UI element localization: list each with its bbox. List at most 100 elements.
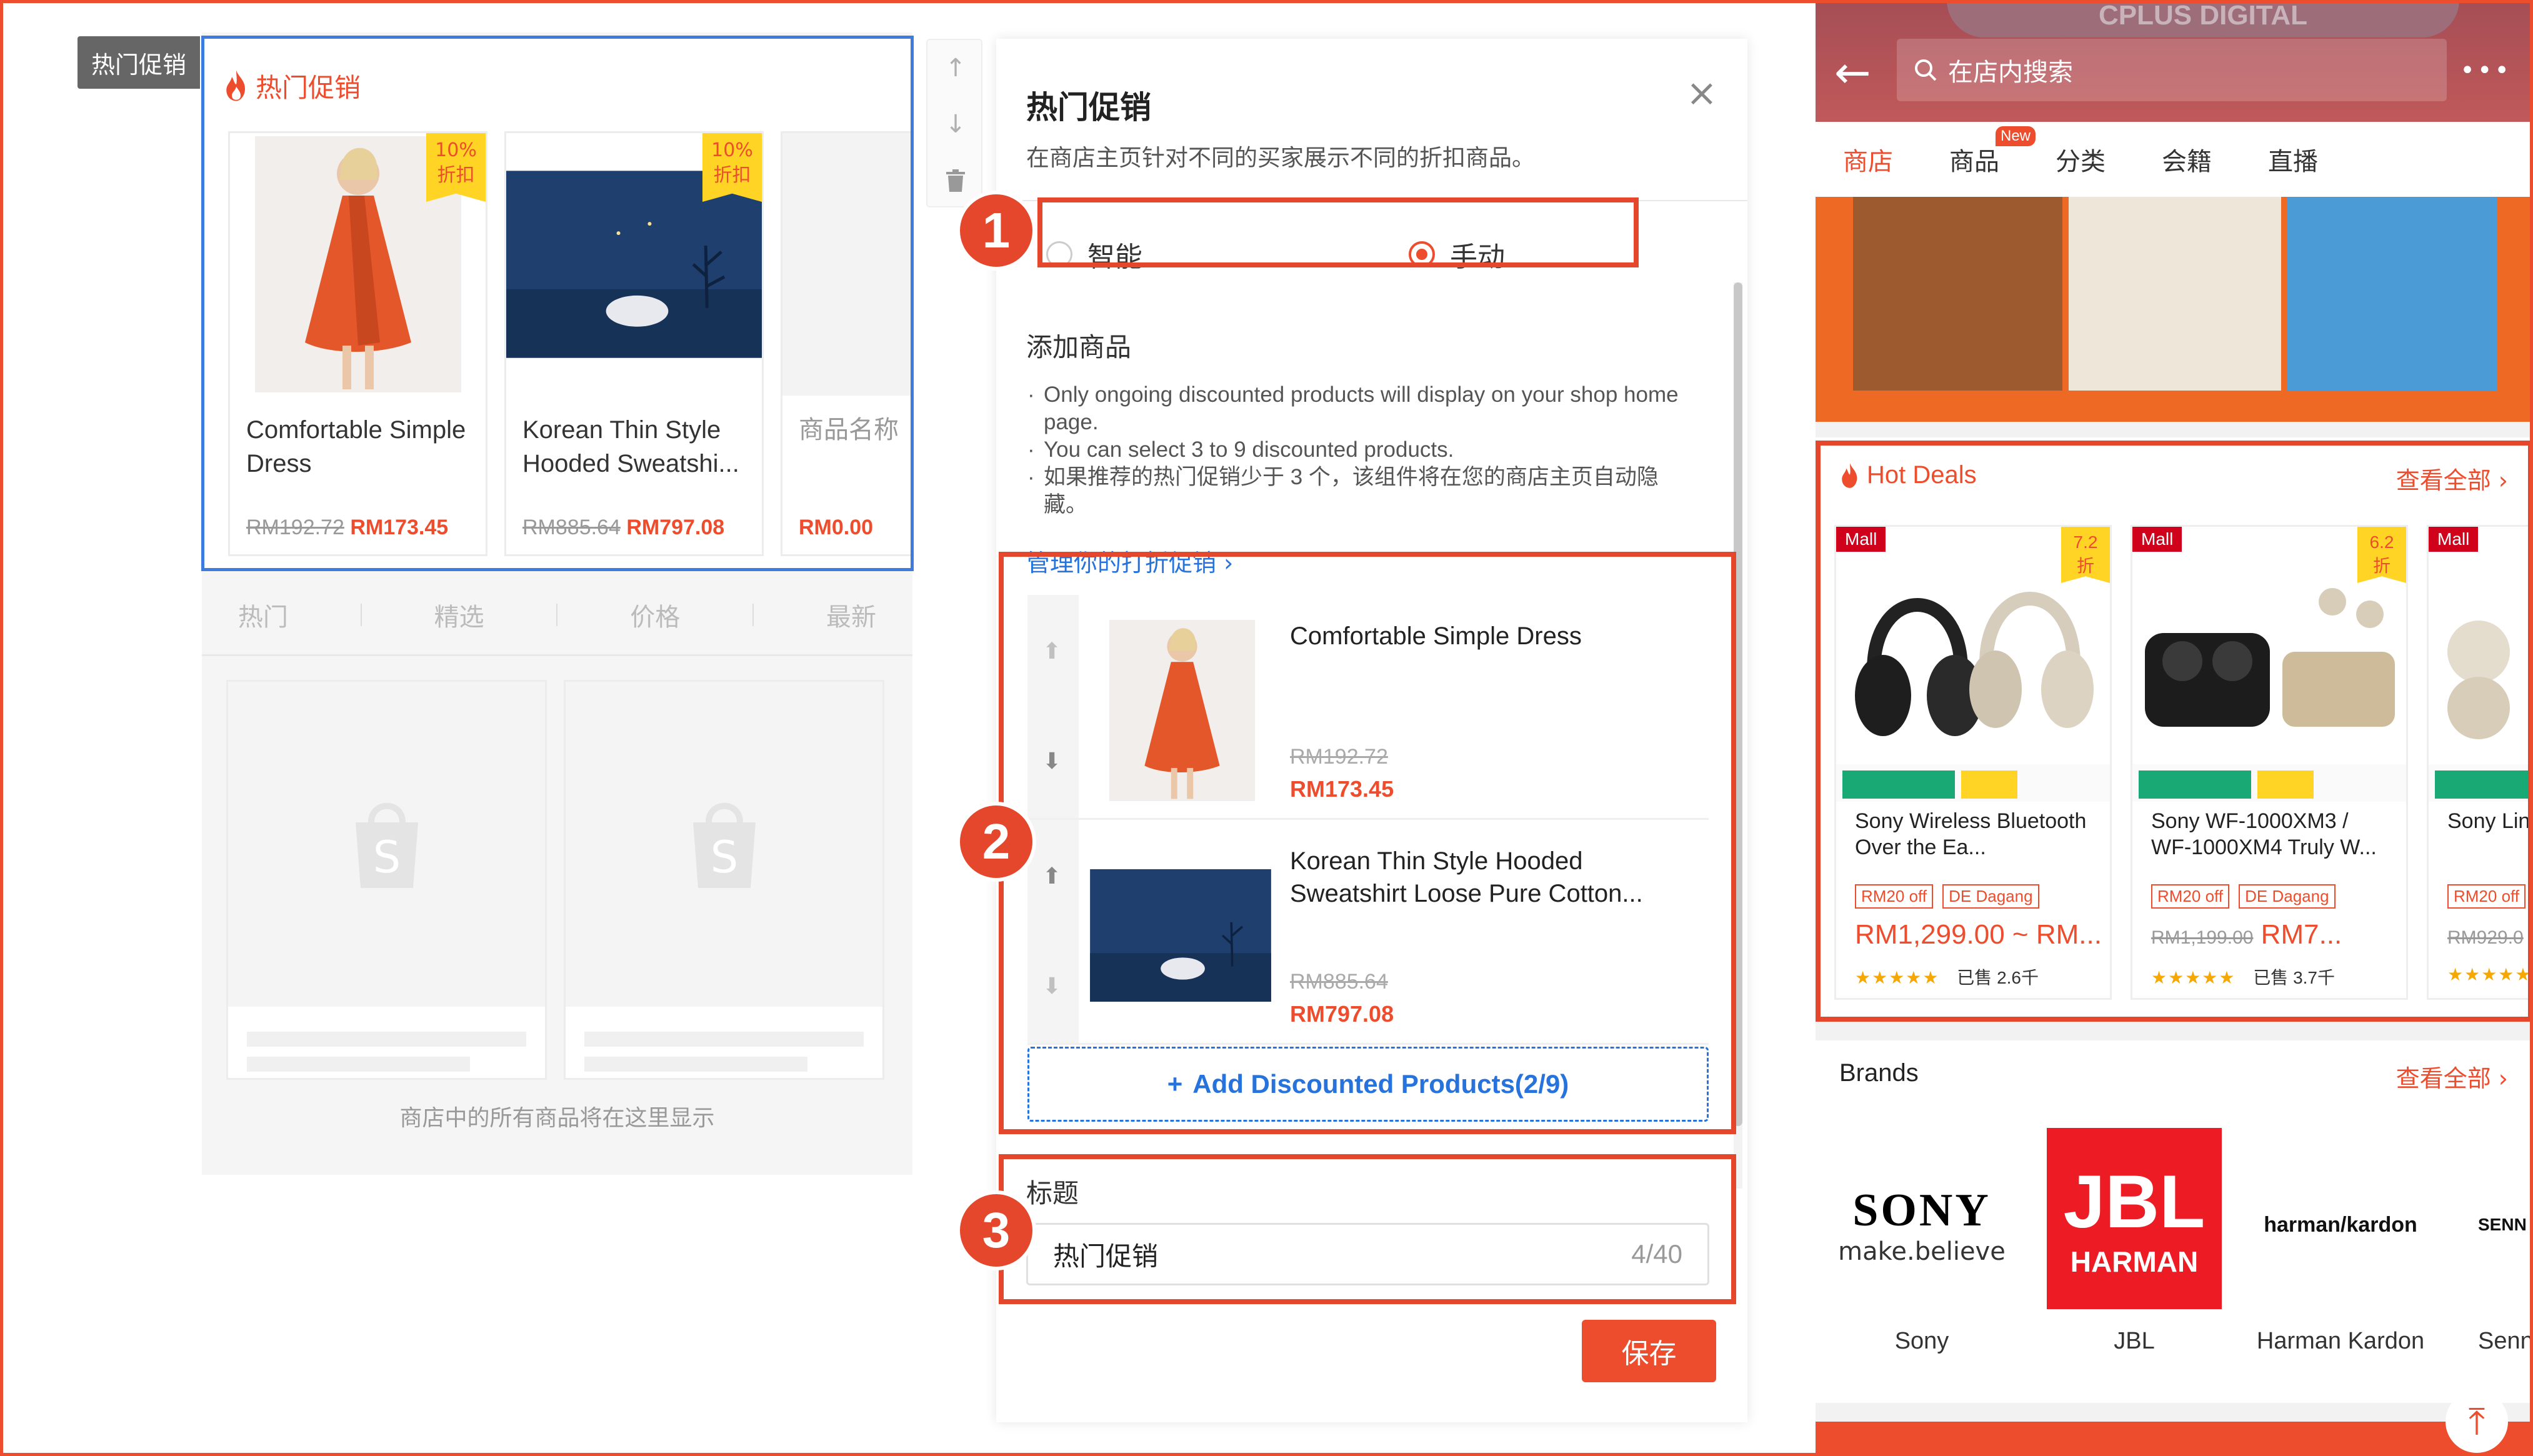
tab-membership[interactable]: 会籍 <box>2162 141 2212 177</box>
discount-badge: 10% 折扣 <box>426 133 486 202</box>
radio-dot[interactable] <box>1409 241 1435 267</box>
deal-card[interactable]: Mall 6.2 折 Sony WF-1000XM3 / WF-1000XM4 … <box>2131 525 2408 1000</box>
manage-discounts-link[interactable]: 管理你的打折促销 › <box>1026 544 1233 578</box>
original-price: RM1,199.00 <box>2151 927 2254 948</box>
deal-name: Sony WF-1000XM3 / WF-1000XM4 Truly W... <box>2151 809 2377 859</box>
voucher-chip: RM20 off <box>2447 884 2526 909</box>
arrow-down-icon[interactable]: ⬇ <box>1042 974 1061 999</box>
banner-image-usb <box>2287 197 2497 391</box>
deal-card[interactable]: Mall 7.2 折 Sony Wireless Bluetooth Over … <box>1834 525 2112 1000</box>
product-name: Comfortable Simple Dress <box>1290 622 1582 650</box>
deal-name: Sony Wireless Bluetooth Over the Ea... <box>1855 809 2087 859</box>
sweatshirt-image <box>506 171 762 358</box>
component-tag[interactable]: 热门促销 <box>77 36 200 89</box>
panel-title: 热门促销 <box>1026 89 1151 126</box>
mobile-preview: CPLUS DIGITAL ← 在店内搜索 ••• 商店 商品 New 分类 会… <box>1816 0 2533 1456</box>
brand-logo-harman-kardon[interactable]: harman/kardon <box>2247 1131 2434 1319</box>
deal-sold: ★★★★★ 已售 3.7千 <box>2151 968 2336 987</box>
placeholder-line <box>584 1057 807 1072</box>
arrow-up-icon[interactable]: ⬆ <box>1042 639 1061 664</box>
back-arrow-icon[interactable]: ← <box>1834 47 1871 98</box>
arrow-down-icon[interactable]: ⬇ <box>1042 749 1061 774</box>
brand-logo-jbl[interactable]: JBL HARMAN <box>2047 1128 2222 1309</box>
filter-featured[interactable]: 精选 <box>434 597 484 633</box>
shop-brand-banner: CPLUS DIGITAL <box>1947 0 2459 37</box>
svg-text:S: S <box>372 832 400 883</box>
shop-tabs: 商店 商品 New 分类 会籍 直播 <box>1816 122 2533 197</box>
rules-notes: Only ongoing discounted products will di… <box>1026 381 1695 519</box>
deal-chips: RM20 off DE Dagang <box>2151 884 2342 909</box>
brand-logo-sennheiser[interactable]: SENN <box>2478 1131 2533 1319</box>
filter-newest[interactable]: 最新 <box>826 597 876 633</box>
radio-dot[interactable] <box>1046 241 1072 267</box>
shop-search-input[interactable]: 在店内搜索 <box>1897 39 2447 101</box>
discount-badge: 7.2 折 <box>2061 527 2110 583</box>
char-counter: 4/40 <box>1631 1239 1682 1269</box>
deal-image <box>2429 527 2533 802</box>
hot-promo-component[interactable]: 热门促销 10% 折扣 Comfortable Simple Dress RM1… <box>201 36 914 571</box>
brand-logo-sony[interactable]: SONY make.believe <box>1828 1131 2016 1319</box>
back-to-top-icon[interactable]: ⤒ <box>2446 1390 2508 1453</box>
product-thumbnail <box>1109 620 1256 801</box>
voucher-chip: RM20 off <box>2151 884 2230 909</box>
title-input[interactable]: 热门促销 4/40 <box>1026 1223 1709 1285</box>
product-name: 商品名称 <box>799 416 899 444</box>
product-name: Korean Thin Style Hooded Sweatshi... <box>522 416 739 477</box>
flame-icon <box>1842 462 1857 488</box>
shop-banner[interactable] <box>1816 197 2533 422</box>
hot-deals-see-all-link[interactable]: 查看全部 › <box>2396 461 2508 496</box>
placeholder-image <box>782 133 911 396</box>
add-products-label: 添加商品 <box>1026 332 1132 362</box>
discount-badge: 10% 折扣 <box>702 133 762 202</box>
filter-popular[interactable]: 热门 <box>238 597 288 633</box>
discount-price: RM797.08 <box>626 516 725 539</box>
promo-card-placeholder[interactable]: 商品名称 RM0.00 <box>781 131 911 556</box>
radio-manual[interactable]: 手动 <box>1409 234 1505 274</box>
deal-sold: ★★★★★ <box>2447 964 2533 985</box>
add-discounted-products-button[interactable]: + Add Discounted Products(2/9) <box>1027 1047 1709 1122</box>
tab-products[interactable]: 商品 New <box>1949 126 2036 177</box>
preview-footer-area <box>202 1175 912 1456</box>
deal-chips: RM20 off <box>2447 884 2532 909</box>
close-icon[interactable]: × <box>1686 71 1717 115</box>
deal-card[interactable]: Mall Sony Lin LS900N RM20 off RM929.0 ★★… <box>2427 525 2533 1000</box>
product-filter-bar: 热门 精选 价格 最新 <box>202 575 912 656</box>
radio-smart[interactable]: 智能 <box>1046 234 1409 274</box>
sort-handle[interactable]: ⬆ ⬇ <box>1027 820 1079 1043</box>
more-icon[interactable]: ••• <box>2460 56 2512 85</box>
product-prices: RM192.72 RM173.45 <box>246 516 448 540</box>
save-button[interactable]: 保存 <box>1582 1320 1716 1382</box>
arrow-up-icon[interactable]: ⬆ <box>1042 864 1061 889</box>
filter-price[interactable]: 价格 <box>630 597 680 633</box>
chevron-right-icon: › <box>1224 549 1234 577</box>
promo-card[interactable]: 10% 折扣 Korean Thin Style Hooded Sweatshi… <box>504 131 764 556</box>
rating-stars-icon: ★★★★★ <box>2151 968 2236 987</box>
banner-image-pen <box>2069 197 2281 391</box>
note-item: 如果推荐的热门促销少于 3 个，该组件将在您的商店主页自动隐藏。 <box>1026 464 1695 519</box>
selected-product-row[interactable]: ⬆ ⬇ Comfortable Simple Dress RM192.72 RM… <box>1027 595 1709 820</box>
brand-name: JBL <box>2114 1328 2155 1354</box>
brand-name: Senn <box>2478 1328 2533 1354</box>
move-up-icon[interactable]: ↑ <box>927 40 984 96</box>
tab-live[interactable]: 直播 <box>2268 141 2318 177</box>
sweatshirt-image <box>1090 869 1271 1002</box>
sort-handle[interactable]: ⬆ ⬇ <box>1027 595 1079 818</box>
campaign-chip: DE Dagang <box>2239 884 2336 909</box>
deal-price: RM929.0 <box>2447 919 2524 950</box>
search-icon <box>1915 59 1937 81</box>
move-down-icon[interactable]: ↓ <box>927 96 984 152</box>
promo-card[interactable]: 10% 折扣 Comfortable Simple Dress RM192.72… <box>228 131 487 556</box>
placeholder-line <box>584 1032 864 1047</box>
tab-shop[interactable]: 商店 <box>1843 141 1893 177</box>
shopping-bag-icon: S <box>355 802 418 888</box>
scrollbar-thumb[interactable] <box>1734 282 1742 1126</box>
mall-tag: Mall <box>2429 527 2479 552</box>
voucher-chip: RM20 off <box>1855 884 1934 909</box>
selected-product-row[interactable]: ⬆ ⬇ Korean Thin Style Hooded Sweatshirt … <box>1027 820 1709 1045</box>
brands-section: Brands 查看全部 › SONY make.believe Sony JBL… <box>1816 1040 2533 1403</box>
product-prices: RM885.64 RM797.08 <box>522 516 724 540</box>
original-price: RM929.0 <box>2447 927 2524 948</box>
tab-categories[interactable]: 分类 <box>2056 141 2106 177</box>
deal-chips: RM20 off DE Dagang <box>1855 884 2046 909</box>
brands-see-all-link[interactable]: 查看全部 › <box>2396 1059 2508 1094</box>
